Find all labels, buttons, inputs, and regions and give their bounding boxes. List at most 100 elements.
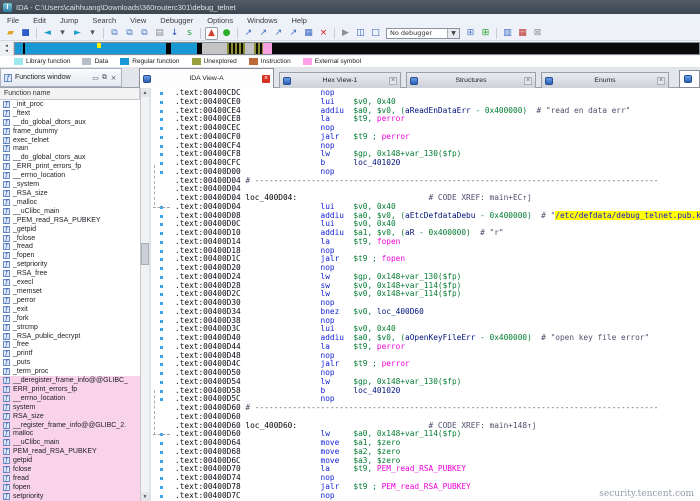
menu-jump[interactable]: Jump bbox=[53, 16, 85, 25]
function-row[interactable]: f__uClibc_main bbox=[0, 207, 140, 216]
close-icon[interactable]: × bbox=[109, 73, 118, 82]
function-row[interactable]: f_execl bbox=[0, 278, 140, 287]
chart-user-icon[interactable]: ↗ bbox=[287, 27, 300, 40]
function-row[interactable]: f_strcmp bbox=[0, 323, 140, 332]
script-icon[interactable]: s bbox=[183, 27, 196, 40]
function-row[interactable]: fsetpriority bbox=[0, 492, 140, 501]
function-row[interactable]: f__do_global_ctors_aux bbox=[0, 153, 140, 162]
tab-structures[interactable]: Structures× bbox=[406, 72, 536, 88]
save-file-icon[interactable]: ■ bbox=[19, 27, 32, 40]
back-dropdown-icon[interactable]: ▾ bbox=[56, 27, 69, 40]
function-row[interactable]: f_fork bbox=[0, 314, 140, 323]
jump-window-3-icon[interactable]: ⧉ bbox=[138, 27, 151, 40]
function-row[interactable]: f_RSA_public_decrypt bbox=[0, 332, 140, 341]
tab-close-icon[interactable]: × bbox=[262, 75, 270, 83]
chart-custom-icon[interactable]: ▦ bbox=[302, 27, 315, 40]
function-row[interactable]: fmalloc bbox=[0, 430, 140, 439]
function-row[interactable]: ffopen bbox=[0, 483, 140, 492]
function-row[interactable]: f_term_proc bbox=[0, 367, 140, 376]
function-row[interactable]: f_getpid bbox=[0, 225, 140, 234]
flowchart-icon[interactable]: ▲ bbox=[205, 27, 218, 40]
jump-address-icon[interactable]: ↓ bbox=[168, 27, 181, 40]
tab-enums[interactable]: Enums× bbox=[541, 72, 669, 88]
function-row[interactable]: f_memset bbox=[0, 287, 140, 296]
function-row[interactable]: fframe_dummy bbox=[0, 127, 140, 136]
function-row[interactable]: fgetpid bbox=[0, 456, 140, 465]
delete-breakpoint-icon[interactable]: ⊠ bbox=[531, 27, 544, 40]
debug-pause-icon[interactable]: ◫ bbox=[354, 27, 367, 40]
function-row[interactable]: f_fclose bbox=[0, 234, 140, 243]
function-row[interactable]: f_printf bbox=[0, 349, 140, 358]
function-row[interactable]: f_perror bbox=[0, 296, 140, 305]
function-row[interactable]: f_malloc bbox=[0, 198, 140, 207]
menu-search[interactable]: Search bbox=[85, 16, 123, 25]
attach-process-icon[interactable]: ⊞ bbox=[464, 27, 477, 40]
navband-handle[interactable]: ◂ ◂ bbox=[0, 42, 14, 55]
function-row[interactable]: f_PEM_read_RSA_PUBKEY bbox=[0, 216, 140, 225]
function-row[interactable]: f_free bbox=[0, 340, 140, 349]
tab-close-icon[interactable]: × bbox=[389, 77, 397, 85]
function-row[interactable]: f_fread bbox=[0, 243, 140, 252]
function-row[interactable]: fsystem bbox=[0, 403, 140, 412]
menu-view[interactable]: View bbox=[123, 16, 153, 25]
tab-overflow[interactable] bbox=[679, 70, 700, 88]
breakpoints-icon[interactable]: ▦ bbox=[516, 27, 529, 40]
function-row[interactable]: f__deregister_frame_info@@GLIBC_ bbox=[0, 376, 140, 385]
function-row[interactable]: f_fopen bbox=[0, 251, 140, 260]
function-row[interactable]: f__errno_location bbox=[0, 171, 140, 180]
functions-column-header[interactable]: Function name bbox=[0, 88, 140, 100]
functions-scrollbar[interactable]: ▲ ▼ bbox=[140, 88, 149, 501]
scroll-up-icon[interactable]: ▲ bbox=[141, 88, 149, 97]
chart-xrefs-to-icon[interactable]: ↗ bbox=[257, 27, 270, 40]
menu-help[interactable]: Help bbox=[285, 16, 314, 25]
function-row[interactable]: f__register_frame_info@@GLIBC_2. bbox=[0, 421, 140, 430]
scrollbar-thumb[interactable] bbox=[141, 243, 149, 265]
function-row[interactable]: f_setpriority bbox=[0, 260, 140, 269]
function-row[interactable]: ffclose bbox=[0, 465, 140, 474]
function-row[interactable]: f_puts bbox=[0, 358, 140, 367]
function-row[interactable]: fRSA_size bbox=[0, 412, 140, 421]
functions-window-header[interactable]: f Functions window ▭⧉× bbox=[0, 68, 122, 87]
float-icon[interactable]: ⧉ bbox=[100, 73, 109, 82]
restore-icon[interactable]: ▭ bbox=[91, 73, 100, 82]
chart-xrefs-from-icon[interactable]: ↗ bbox=[272, 27, 285, 40]
analysis-indicator-icon[interactable]: ● bbox=[220, 27, 233, 40]
function-row[interactable]: f__errno_location bbox=[0, 394, 140, 403]
open-subview-icon[interactable]: ▥ bbox=[501, 27, 514, 40]
open-file-icon[interactable]: ▰ bbox=[4, 27, 17, 40]
print-icon[interactable]: ▤ bbox=[153, 27, 166, 40]
menu-options[interactable]: Options bbox=[200, 16, 240, 25]
forward-dropdown-icon[interactable]: ▾ bbox=[86, 27, 99, 40]
chevron-down-icon[interactable]: ▼ bbox=[447, 29, 459, 38]
function-row[interactable]: f_exit bbox=[0, 305, 140, 314]
chart-functions-icon[interactable]: ↗ bbox=[242, 27, 255, 40]
function-row[interactable]: ffread bbox=[0, 474, 140, 483]
navigate-forward-icon[interactable]: ► bbox=[71, 27, 84, 40]
menu-file[interactable]: File bbox=[0, 16, 26, 25]
function-row[interactable]: fmain bbox=[0, 145, 140, 154]
menu-debugger[interactable]: Debugger bbox=[153, 16, 200, 25]
function-row[interactable]: fERR_print_errors_fp bbox=[0, 385, 140, 394]
menu-windows[interactable]: Windows bbox=[240, 16, 284, 25]
tab-close-icon[interactable]: × bbox=[657, 77, 665, 85]
debugger-options-icon[interactable]: ⊞ bbox=[479, 27, 492, 40]
function-row[interactable]: fPEM_read_RSA_PUBKEY bbox=[0, 447, 140, 456]
jump-window-1-icon[interactable]: ⧉ bbox=[108, 27, 121, 40]
navigation-band[interactable] bbox=[14, 42, 700, 55]
cancel-icon[interactable]: × bbox=[317, 27, 330, 40]
function-row[interactable]: fexec_telnet bbox=[0, 136, 140, 145]
function-row[interactable]: f_init_proc bbox=[0, 100, 140, 109]
jump-window-2-icon[interactable]: ⧉ bbox=[123, 27, 136, 40]
debugger-select[interactable]: No debugger ▼ bbox=[386, 28, 460, 39]
function-row[interactable]: f_system bbox=[0, 180, 140, 189]
function-row[interactable]: f_RSA_size bbox=[0, 189, 140, 198]
debug-run-icon[interactable]: ▶ bbox=[339, 27, 352, 40]
tab-ida-view-a[interactable]: IDA View-A× bbox=[139, 68, 274, 88]
menu-edit[interactable]: Edit bbox=[26, 16, 53, 25]
function-row[interactable]: f_ERR_print_errors_fp bbox=[0, 162, 140, 171]
scroll-down-icon[interactable]: ▼ bbox=[141, 492, 149, 501]
function-row[interactable]: f_RSA_free bbox=[0, 269, 140, 278]
tab-hex-view-1[interactable]: Hex View-1× bbox=[279, 72, 401, 88]
function-row[interactable]: f__uClibc_main bbox=[0, 438, 140, 447]
function-row[interactable]: f_ftext bbox=[0, 109, 140, 118]
